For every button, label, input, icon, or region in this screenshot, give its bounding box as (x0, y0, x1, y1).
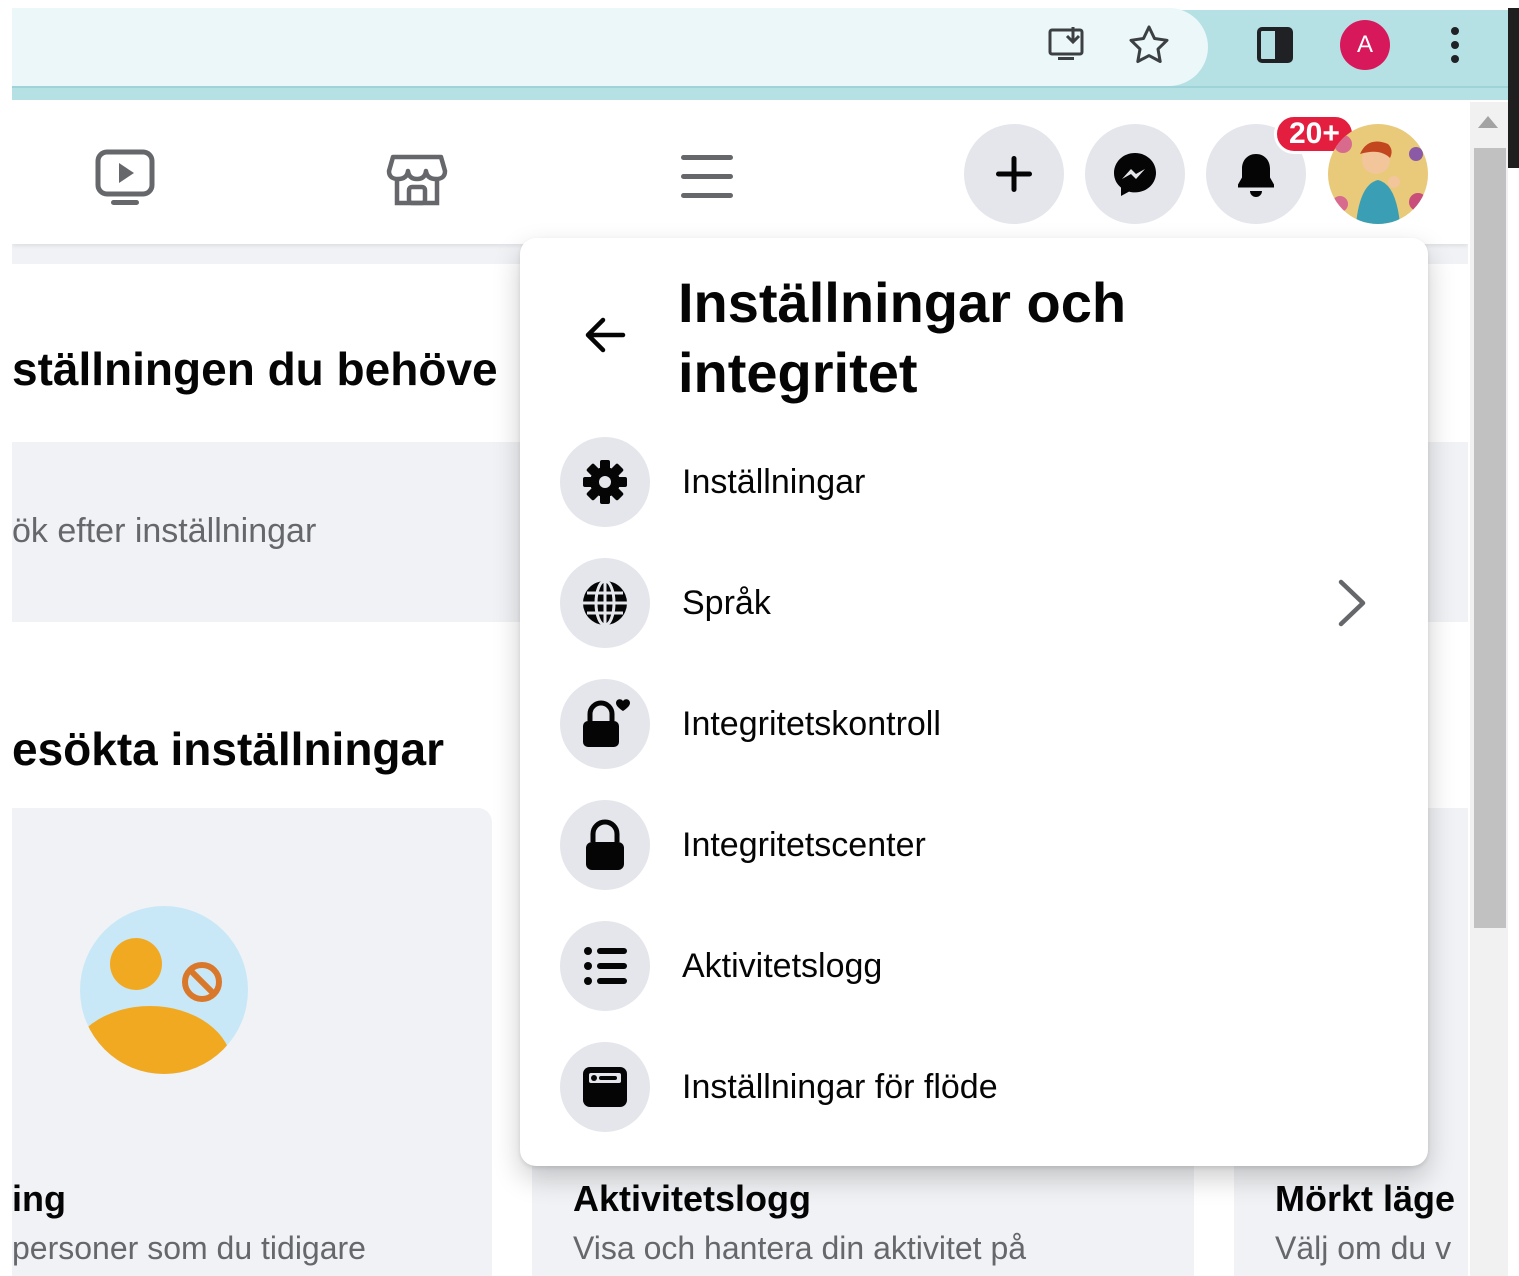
globe-icon (560, 558, 650, 648)
visited-settings-heading: esökta inställningar (12, 723, 445, 775)
scroll-up-arrow[interactable] (1478, 116, 1498, 128)
menu-item-activity-log[interactable]: Aktivitetslogg (540, 911, 1408, 1021)
side-panel-icon[interactable] (1250, 20, 1300, 70)
chevron-right-icon (1324, 576, 1378, 630)
search-heading: ställningen du behöve (12, 343, 498, 395)
browser-profile-avatar[interactable]: A (1340, 20, 1390, 70)
window-edge (1508, 8, 1519, 168)
blocked-person-icon (80, 906, 248, 1074)
video-icon[interactable] (90, 142, 160, 212)
address-bar[interactable] (12, 8, 1208, 86)
vertical-dots-icon[interactable] (1432, 20, 1478, 70)
menu-item-label: Inställningar (682, 462, 866, 501)
lock-heart-icon (560, 679, 650, 769)
tile-title: Aktivitetslogg (573, 1178, 812, 1219)
menu-item-label: Integritetskontroll (682, 704, 941, 743)
toolbar-divider (12, 86, 1508, 88)
menu-icon[interactable] (672, 142, 742, 212)
menu-item-feed-settings[interactable]: Inställningar för flöde (540, 1032, 1408, 1142)
create-button[interactable] (964, 124, 1064, 224)
menu-item-language[interactable]: Språk (540, 548, 1408, 658)
menu-item-label: Aktivitetslogg (682, 946, 883, 985)
menu-title: Inställningar och integritet (678, 271, 1127, 404)
messenger-button[interactable] (1085, 124, 1185, 224)
tile-title: ing (12, 1178, 66, 1219)
tile-description: Välj om du v (1275, 1230, 1452, 1266)
profile-avatar[interactable] (1328, 124, 1428, 224)
menu-item-privacy-checkup[interactable]: Integritetskontroll (540, 669, 1408, 779)
scrollbar-thumb[interactable] (1474, 148, 1506, 928)
list-icon (560, 921, 650, 1011)
bell-icon (1238, 154, 1274, 197)
menu-item-settings[interactable]: Inställningar (540, 427, 1408, 537)
search-placeholder: ök efter inställningar (12, 512, 317, 550)
back-button[interactable] (560, 290, 650, 380)
tile-description: Visa och hantera din aktivitet på (573, 1230, 1027, 1266)
messenger-icon (1114, 153, 1156, 196)
menu-item-privacy-center[interactable]: Integritetscenter (540, 790, 1408, 900)
feed-icon (560, 1042, 650, 1132)
tile-title: Mörkt läge (1275, 1178, 1456, 1219)
marketplace-icon[interactable] (382, 142, 452, 212)
gear-icon (560, 437, 650, 527)
settings-privacy-menu: Inställningar och integritet Inställning… (520, 238, 1428, 1166)
star-icon[interactable] (1122, 20, 1176, 70)
tile-description: personer som du tidigare (12, 1230, 366, 1266)
menu-item-label: Integritetscenter (682, 825, 926, 864)
install-app-icon[interactable] (1040, 20, 1094, 70)
profile-initial: A (1356, 31, 1373, 58)
lock-icon (560, 800, 650, 890)
menu-item-label: Språk (682, 583, 771, 622)
plus-icon (996, 156, 1032, 192)
window-left-edge (0, 0, 12, 1276)
menu-item-label: Inställningar för flöde (682, 1067, 998, 1106)
arrow-left-icon (585, 317, 626, 353)
